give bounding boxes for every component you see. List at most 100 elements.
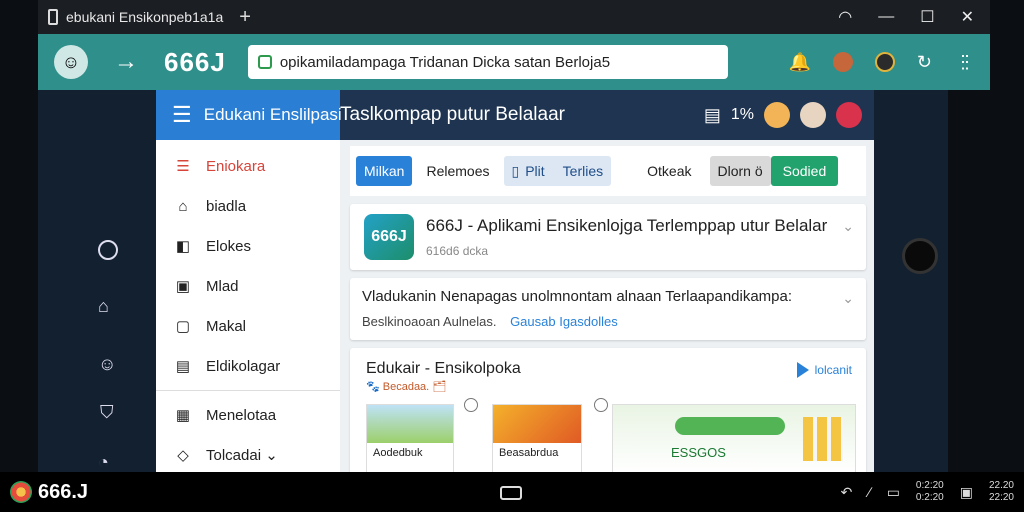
filter-terlies-label: Terlies [562, 163, 604, 179]
app-header-right: ▤ 1% [704, 102, 862, 128]
left-rail: ⌂ ☺ ⛉ ◔ [38, 90, 156, 472]
app-subtitle: Taslkompap putur Belalaar [340, 104, 565, 125]
thumbnail-card-1[interactable]: Aodedbuk [366, 404, 454, 472]
progress-percent: 1% [730, 106, 754, 123]
divider [156, 390, 340, 391]
play-icon [796, 362, 809, 378]
app-card-subtitle: 616d6 dcka [426, 244, 489, 258]
shield-icon[interactable]: ⛉ [100, 402, 114, 423]
sidebar-item-eldikolagar[interactable]: ▤ Eldikolagar [156, 346, 340, 386]
pen-icon[interactable]: ∕ [868, 484, 870, 500]
app-card-title: 666J - Aplikami Ensikenlojga Terlemppap … [426, 216, 828, 235]
app-card[interactable]: 666J 666J - Aplikami Ensikenlojga Terlem… [350, 204, 866, 270]
thumbnail-label: ESSGOS [671, 445, 726, 460]
document-icon: ▤ [175, 358, 191, 375]
thumbnail-card-3[interactable]: ESSGOS [612, 404, 856, 472]
badge-icon[interactable] [874, 52, 895, 72]
home-icon: ⌂ [178, 197, 188, 215]
thumbnail-card-2[interactable]: Beasabrdua [492, 404, 582, 472]
user-avatar-2[interactable] [800, 102, 826, 128]
sidebar-item-label: Eniokara [206, 157, 266, 175]
circle-icon[interactable] [98, 240, 118, 260]
close-button[interactable]: ✕ [961, 7, 974, 27]
filter-bar: Milkan Relemoes ▯ Plit Terlies Otkeak Dl… [350, 146, 866, 196]
browser-tab[interactable]: ebukani Ensikonpeb1a1a [38, 0, 233, 34]
thumbnail-label: Beasabrdua [499, 447, 559, 459]
new-tab-button[interactable]: + [239, 6, 251, 29]
clock-top: 22.20 [988, 480, 1014, 491]
sidebar-item-label: Menelotaa [206, 406, 277, 424]
filter-milkan[interactable]: Milkan [356, 156, 413, 186]
refresh-icon[interactable]: ↻ [917, 52, 932, 73]
clock-bottom: 22:20 [988, 492, 1014, 503]
main-content: Milkan Relemoes ▯ Plit Terlies Otkeak Dl… [340, 140, 874, 472]
sidebar-item-biadla[interactable]: ⌂ biadla [156, 186, 340, 226]
window-titlebar: ebukani Ensikonpeb1a1a + ◠ — ☐ ✕ [38, 0, 990, 34]
radio-icon[interactable] [594, 398, 608, 412]
taskbar-brand-label: 666.J [38, 480, 89, 503]
user-avatar-3[interactable] [836, 102, 862, 128]
sidebar-item-menelotaa[interactable]: ▦ Menelotaa [156, 395, 340, 435]
description-card[interactable]: Vladukanin Nenapagas unolmnontam alnaan … [350, 278, 866, 340]
progress-pill [675, 417, 785, 435]
avatar-icon[interactable] [832, 52, 853, 72]
taskbar: 666.J ↶ ∕ ▭ 0:2:20 0:2:20 ▣ 22.20 22:20 [0, 472, 1024, 512]
tab-favicon-icon [48, 9, 58, 25]
camera-button-icon[interactable] [902, 238, 938, 274]
tray-status: 0:2:20 0:2:20 [916, 480, 944, 504]
bell-icon[interactable]: 🔔 [788, 52, 810, 73]
forward-button[interactable]: → [114, 48, 138, 76]
right-rail [874, 90, 948, 472]
sidebar-item-eniokara[interactable]: ☰ Eniokara [156, 146, 340, 186]
sidebar-item-elokes[interactable]: ◧ Elokes [156, 226, 340, 266]
site-brand[interactable]: 666J [164, 47, 226, 78]
chevron-down-icon[interactable]: ⌄ [842, 218, 854, 235]
filter-sodied[interactable]: Sodied [770, 156, 839, 186]
profile-avatar[interactable]: ☺ [54, 45, 88, 79]
description-link[interactable]: Gausab Igasdolles [510, 314, 618, 329]
thumbnail-image [493, 405, 581, 443]
window-icon[interactable]: ▭ [887, 484, 900, 501]
search-icon[interactable]: ◔ [98, 452, 109, 473]
lock-icon [257, 55, 272, 69]
description-text: Vladukanin Nenapagas unolmnontam alnaan … [362, 288, 793, 305]
plit-icon: ▯ [511, 162, 520, 179]
app-title: Edukani Enslilpasi [203, 105, 342, 124]
maximize-button[interactable]: ☐ [920, 7, 934, 27]
home-button-icon[interactable] [500, 486, 522, 500]
back-icon[interactable]: ↶ [841, 484, 853, 501]
wifi-icon: ◠ [838, 9, 853, 26]
flower-logo-icon [10, 481, 32, 503]
list-icon[interactable]: ▤ [704, 105, 721, 126]
grid-icon: ▣ [175, 278, 191, 295]
filter-dlorn[interactable]: Dlorn ö [709, 156, 771, 186]
filter-relemoes[interactable]: Relemoes [418, 156, 497, 186]
url-input[interactable]: opikamiladampaga Tridanan Dicka satan Be… [247, 45, 728, 79]
browser-menu-icon[interactable]: ⋮ [958, 52, 976, 73]
folder-icon[interactable]: ⌂ [98, 296, 109, 317]
clock[interactable]: 22.20 22:20 [989, 480, 1014, 504]
minimize-button[interactable]: — [878, 8, 894, 26]
screenshot-icon[interactable]: ▣ [960, 484, 973, 501]
radio-icon[interactable] [464, 398, 478, 412]
tray-status-bottom: 0:2:20 [915, 492, 944, 503]
book-icon: ◧ [175, 238, 191, 255]
filter-plit[interactable]: ▯ Plit Terlies [503, 156, 612, 186]
section-title: Edukair - Ensikolpoka [366, 360, 521, 377]
section-badge[interactable]: lolcanit [796, 362, 852, 378]
screen: ebukani Ensikonpeb1a1a + ◠ — ☐ ✕ ☺ → 666… [0, 0, 1024, 512]
thumbnail-label: Aodedbuk [373, 447, 423, 459]
chat-icon[interactable]: ☺ [98, 354, 116, 375]
chevron-down-icon[interactable]: ⌄ [842, 290, 854, 307]
sidebar-item-tolcadai[interactable]: ◇ Tolcadai ⌄ [156, 435, 340, 475]
tray-status-top: 0:2:20 [915, 480, 944, 491]
user-avatar-1[interactable] [764, 102, 790, 128]
sidebar-item-label: Makal [206, 317, 247, 335]
toolbar-icons: 🔔 ↻ ⋮ [788, 52, 972, 73]
menu-icon[interactable]: ☰ [172, 102, 192, 128]
filter-otkeak[interactable]: Otkeak [639, 156, 699, 186]
folder-icon: ▢ [175, 318, 191, 335]
sidebar-item-mlad[interactable]: ▣ Mlad [156, 266, 340, 306]
sidebar-item-makal[interactable]: ▢ Makal [156, 306, 340, 346]
taskbar-brand[interactable]: 666.J [10, 481, 88, 504]
